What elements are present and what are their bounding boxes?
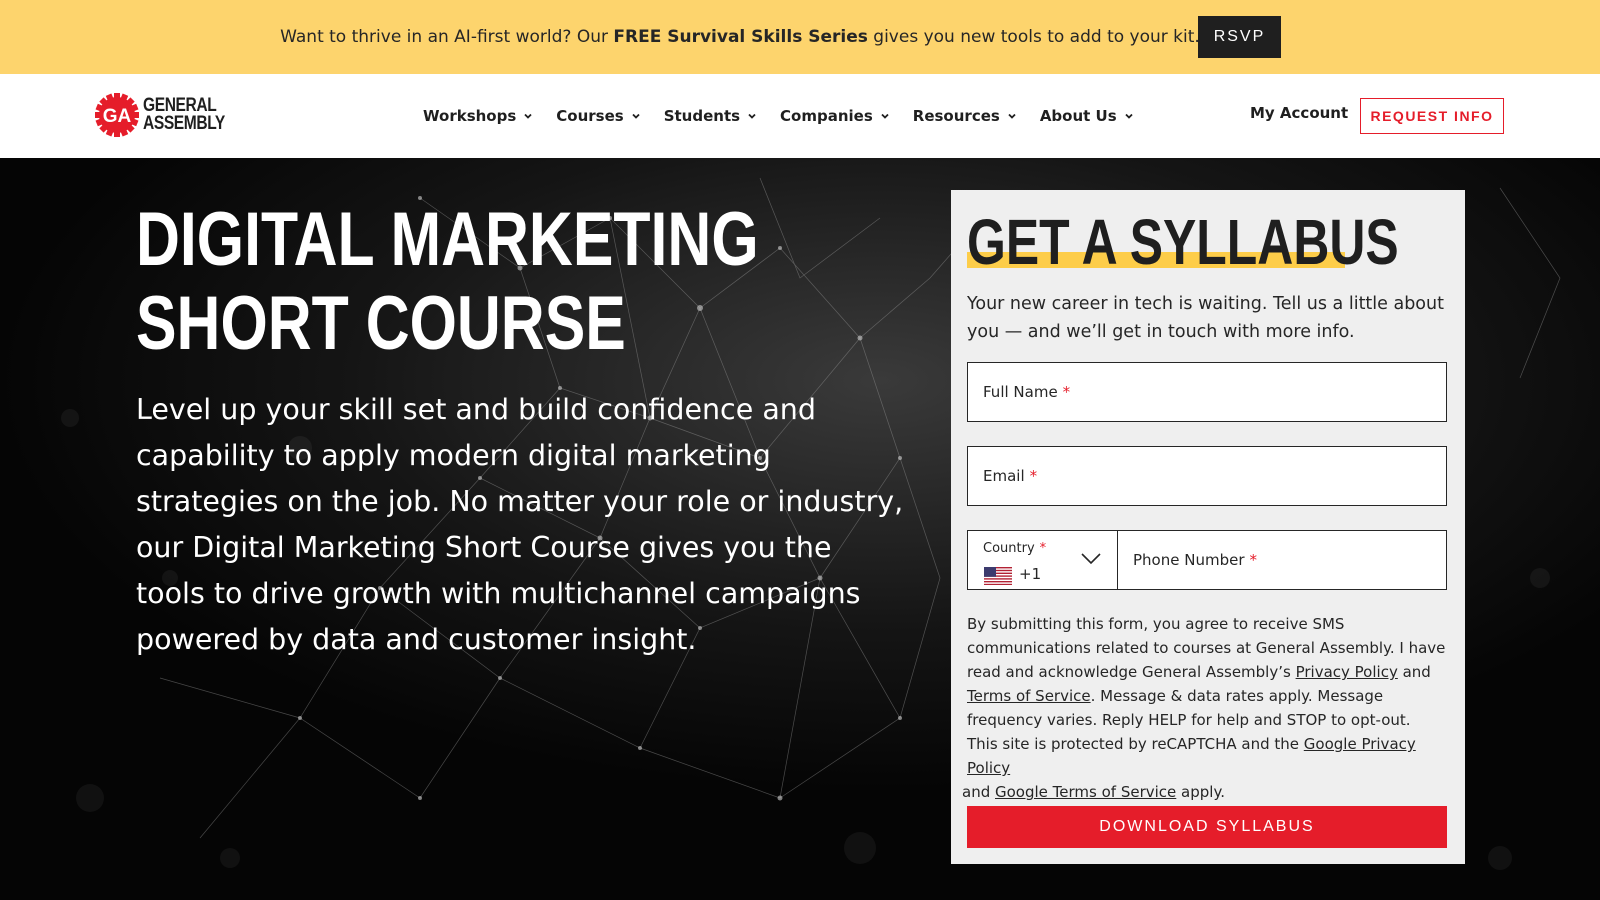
- chevron-down-icon: [748, 113, 756, 119]
- ga-logo-mark: GA: [103, 106, 132, 127]
- menu-item-companies[interactable]: Companies: [780, 107, 889, 125]
- required-mark: *: [1039, 541, 1047, 556]
- menu-label: Workshops: [423, 107, 517, 125]
- menu-label: Students: [663, 107, 741, 125]
- main-header: GA GENERAL ASSEMBLY Workshops Courses St…: [0, 74, 1600, 158]
- logo-wordmark: GENERAL ASSEMBLY: [143, 96, 225, 134]
- required-mark: *: [1062, 383, 1071, 401]
- country-code: +1: [1019, 565, 1042, 583]
- country-label-text: Country: [983, 541, 1035, 556]
- logo-line-2: ASSEMBLY: [143, 113, 225, 134]
- google-terms-link[interactable]: Google Terms of Service: [995, 783, 1176, 801]
- menu-item-students[interactable]: Students: [664, 107, 756, 125]
- chevron-down-icon: [1125, 113, 1133, 119]
- country-select[interactable]: Country * +1: [967, 530, 1118, 590]
- hero-description: Level up your skill set and build confid…: [136, 393, 904, 656]
- phone-number-field[interactable]: Phone Number *: [1117, 530, 1447, 590]
- promo-text-bold[interactable]: FREE Survival Skills Series: [613, 27, 868, 47]
- download-syllabus-button[interactable]: DOWNLOAD SYLLABUS: [967, 806, 1447, 848]
- menu-item-workshops[interactable]: Workshops: [423, 107, 532, 125]
- menu-label: About Us: [1039, 107, 1117, 125]
- required-mark: *: [1029, 467, 1038, 485]
- promo-banner: Want to thrive in an AI-first world? Our…: [0, 0, 1600, 74]
- my-account-link[interactable]: My Account: [1250, 104, 1348, 122]
- syllabus-form: GET A SYLLABUS Your new career in tech i…: [951, 190, 1465, 864]
- chevron-down-icon: [1081, 553, 1101, 565]
- chevron-down-icon: [632, 113, 640, 119]
- main-menu: Workshops Courses Students Companies Res…: [423, 74, 1157, 158]
- promo-text: Want to thrive in an AI-first world? Our…: [280, 27, 1200, 47]
- hero-title-line-1: DIGITAL MARKETING: [136, 197, 759, 282]
- menu-item-resources[interactable]: Resources: [913, 107, 1016, 125]
- request-info-button[interactable]: REQUEST INFO: [1360, 98, 1504, 134]
- promo-text-start: Want to thrive in an AI-first world? Our: [280, 27, 614, 47]
- chevron-down-icon: [881, 113, 889, 119]
- form-intro: Your new career in tech is waiting. Tell…: [967, 294, 1444, 342]
- recaptcha-and: and: [962, 783, 995, 801]
- privacy-policy-link[interactable]: Privacy Policy: [1296, 663, 1398, 681]
- menu-item-courses[interactable]: Courses: [556, 107, 640, 125]
- terms-of-service-link[interactable]: Terms of Service: [967, 687, 1091, 705]
- hero-title-line-2: SHORT COURSE: [136, 281, 626, 366]
- legal-and: and: [1397, 663, 1431, 681]
- legal-text: By submitting this form, you agree to re…: [962, 612, 1457, 804]
- full-name-label: Full Name: [983, 383, 1058, 401]
- country-label: Country *: [983, 541, 1046, 556]
- email-label: Email: [983, 467, 1025, 485]
- menu-item-about-us[interactable]: About Us: [1040, 107, 1133, 125]
- required-mark: *: [1249, 551, 1258, 569]
- promo-text-end: gives you new tools to add to your kit.: [867, 27, 1200, 47]
- recaptcha-text-1: This site is protected by reCAPTCHA and …: [967, 735, 1304, 753]
- hero-title: DIGITAL MARKETING SHORT COURSE: [136, 198, 759, 366]
- chevron-down-icon: [524, 113, 532, 119]
- menu-label: Resources: [912, 107, 1000, 125]
- menu-label: Courses: [556, 107, 624, 125]
- recaptcha-text-2: apply.: [1176, 783, 1225, 801]
- form-title: GET A SYLLABUS: [967, 206, 1399, 278]
- ga-logo-icon: GA: [95, 93, 139, 137]
- us-flag-icon: [984, 567, 1012, 585]
- phone-label: Phone Number: [1133, 551, 1245, 569]
- ga-logo[interactable]: GA GENERAL ASSEMBLY: [95, 93, 243, 137]
- menu-label: Companies: [780, 107, 873, 125]
- rsvp-button[interactable]: RSVP: [1198, 16, 1281, 58]
- email-field[interactable]: Email *: [967, 446, 1447, 506]
- full-name-field[interactable]: Full Name *: [967, 362, 1447, 422]
- chevron-down-icon: [1008, 113, 1016, 119]
